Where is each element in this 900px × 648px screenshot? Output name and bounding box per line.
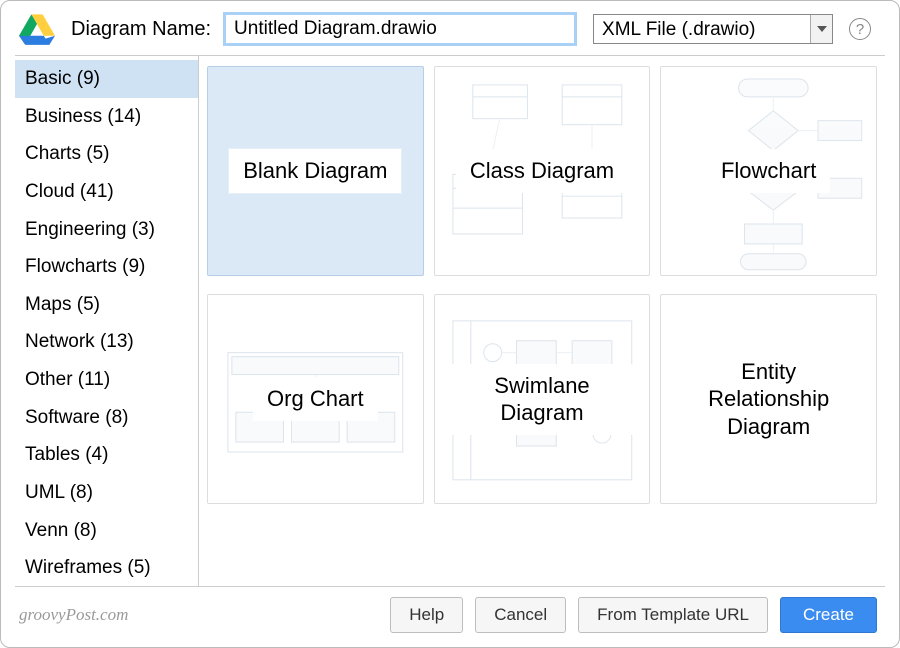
file-format-select-wrap: XML File (.drawio) — [593, 14, 833, 44]
cancel-button[interactable]: Cancel — [475, 597, 566, 633]
category-sidebar: Basic (9) Business (14) Charts (5) Cloud… — [15, 56, 199, 586]
diagram-name-input[interactable] — [225, 14, 575, 44]
template-org-chart[interactable]: Org Chart — [207, 294, 424, 504]
dialog-header: Diagram Name: XML File (.drawio) ? — [1, 1, 899, 55]
sidebar-item-wireframes[interactable]: Wireframes (5) — [15, 549, 198, 586]
create-button[interactable]: Create — [780, 597, 877, 633]
template-swimlane-diagram[interactable]: Swimlane Diagram — [434, 294, 651, 504]
sidebar-item-charts[interactable]: Charts (5) — [15, 135, 198, 173]
sidebar-item-engineering[interactable]: Engineering (3) — [15, 211, 198, 249]
dialog-body: Basic (9) Business (14) Charts (5) Cloud… — [15, 55, 885, 587]
help-button[interactable]: Help — [390, 597, 463, 633]
watermark-text: groovyPost.com — [19, 605, 128, 625]
sidebar-item-maps[interactable]: Maps (5) — [15, 286, 198, 324]
sidebar-item-business[interactable]: Business (14) — [15, 98, 198, 136]
diagram-name-label: Diagram Name: — [71, 18, 211, 41]
new-diagram-dialog: Diagram Name: XML File (.drawio) ? Basic… — [0, 0, 900, 648]
template-grid: Blank Diagram Class Diagram — [199, 56, 885, 586]
template-label: Entity Relationship Diagram — [672, 350, 865, 449]
sidebar-item-uml[interactable]: UML (8) — [15, 474, 198, 512]
template-label: Swimlane Diagram — [445, 364, 638, 435]
template-entity-relationship-diagram[interactable]: Entity Relationship Diagram — [660, 294, 877, 504]
sidebar-item-venn[interactable]: Venn (8) — [15, 512, 198, 550]
sidebar-item-other[interactable]: Other (11) — [15, 361, 198, 399]
template-class-diagram[interactable]: Class Diagram — [434, 66, 651, 276]
template-label: Blank Diagram — [229, 149, 401, 193]
template-label: Class Diagram — [456, 149, 628, 193]
template-label: Flowchart — [707, 149, 830, 193]
sidebar-item-software[interactable]: Software (8) — [15, 399, 198, 437]
template-flowchart[interactable]: Flowchart — [660, 66, 877, 276]
dialog-footer: groovyPost.com Help Cancel From Template… — [1, 587, 899, 647]
template-blank-diagram[interactable]: Blank Diagram — [207, 66, 424, 276]
sidebar-item-flowcharts[interactable]: Flowcharts (9) — [15, 248, 198, 286]
sidebar-item-tables[interactable]: Tables (4) — [15, 436, 198, 474]
file-format-select[interactable]: XML File (.drawio) — [593, 14, 833, 44]
template-label: Org Chart — [253, 377, 378, 421]
from-template-url-button[interactable]: From Template URL — [578, 597, 768, 633]
google-drive-icon — [19, 13, 55, 45]
help-icon[interactable]: ? — [849, 18, 871, 40]
sidebar-item-network[interactable]: Network (13) — [15, 323, 198, 361]
sidebar-item-cloud[interactable]: Cloud (41) — [15, 173, 198, 211]
sidebar-item-basic[interactable]: Basic (9) — [15, 60, 198, 98]
